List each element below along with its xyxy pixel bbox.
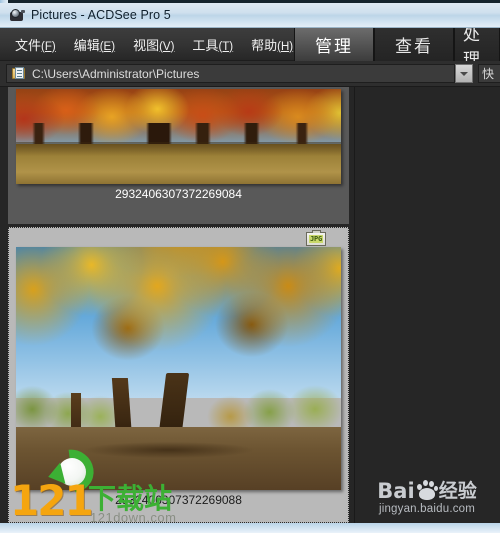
content-area: 2932406307372269084 JPG 2932406307372269… <box>0 87 500 525</box>
menu-item-file[interactable]: 文件(F) <box>14 33 57 56</box>
tab-process[interactable]: 处理 <box>454 28 500 61</box>
menu-item-view-mnemonic: (V) <box>159 40 175 53</box>
thumbnail-caption-2: 2932406307372269088 <box>115 493 242 507</box>
mode-tab-bar: 管理 查看 处理 <box>294 28 500 61</box>
title-bar[interactable]: Pictures - ACDSee Pro 5 <box>0 3 500 28</box>
menu-item-view[interactable]: 视图(V) <box>132 33 175 56</box>
menu-item-edit-mnemonic: (E) <box>99 40 116 53</box>
thumbnail-image-1 <box>16 89 341 184</box>
thumbnail-image-2 <box>16 247 341 490</box>
quick-search-label: 快 <box>482 67 495 81</box>
menu-item-view-label: 视图 <box>133 37 160 53</box>
menu-item-help-label: 帮助 <box>251 37 278 53</box>
jpg-badge-label: JPG <box>308 235 324 243</box>
tab-manage[interactable]: 管理 <box>294 28 374 61</box>
thumbnail-cell-1[interactable]: 2932406307372269084 <box>8 87 349 224</box>
menu-item-file-mnemonic: (F) <box>41 40 56 53</box>
folder-icon <box>12 67 26 80</box>
menu-item-tools-mnemonic: (T) <box>218 40 234 53</box>
menu-item-help-mnemonic: (H) <box>277 40 294 53</box>
menu-item-help[interactable]: 帮助(H) <box>250 33 294 56</box>
jpg-file-badge-icon: JPG <box>306 230 326 246</box>
thumbnail-cell-2[interactable]: JPG 2932406307372269088 <box>8 227 349 523</box>
acdsee-window-screenshot: Pictures - ACDSee Pro 5 文件(F) 编辑(E) 视图(V… <box>0 0 500 533</box>
path-input[interactable]: C:\Users\Administrator\Pictures <box>6 64 455 83</box>
quick-search-input[interactable]: 快 <box>478 64 500 83</box>
menu-item-file-label: 文件 <box>15 37 42 53</box>
application-window: Pictures - ACDSee Pro 5 文件(F) 编辑(E) 视图(V… <box>0 3 500 525</box>
window-title: Pictures - ACDSee Pro 5 <box>31 8 171 22</box>
desktop-edge-bottom <box>0 523 500 533</box>
menu-item-list: 文件(F) 编辑(E) 视图(V) 工具(T) 帮助(H) <box>0 28 294 60</box>
path-text: C:\Users\Administrator\Pictures <box>32 66 200 81</box>
menu-item-tools-label: 工具 <box>192 37 219 53</box>
tab-view[interactable]: 查看 <box>374 28 454 61</box>
thumbnail-pane[interactable]: 2932406307372269084 JPG 2932406307372269… <box>0 87 355 524</box>
menu-item-edit[interactable]: 编辑(E) <box>73 33 116 56</box>
menu-bar: 文件(F) 编辑(E) 视图(V) 工具(T) 帮助(H) 管理 查看 处理 <box>0 28 500 61</box>
camera-icon <box>9 7 25 23</box>
right-panel <box>355 87 500 524</box>
menu-item-edit-label: 编辑 <box>73 37 100 53</box>
menu-item-tools[interactable]: 工具(T) <box>191 33 234 56</box>
address-bar: C:\Users\Administrator\Pictures 快 <box>0 61 500 87</box>
chevron-down-icon[interactable] <box>455 64 473 83</box>
thumbnail-badge-row-2: JPG <box>8 230 349 247</box>
thumbnail-caption-1: 2932406307372269084 <box>115 187 242 201</box>
